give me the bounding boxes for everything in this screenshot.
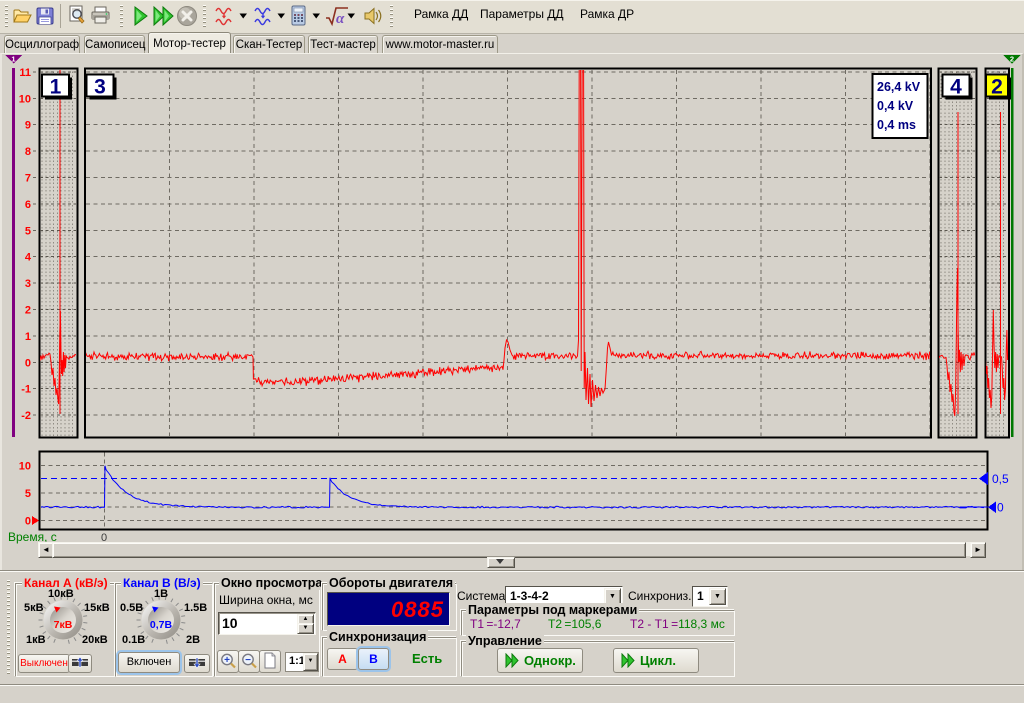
- svg-text:1: 1: [11, 55, 15, 64]
- svg-text:9: 9: [25, 120, 31, 132]
- svg-text:2: 2: [25, 305, 31, 317]
- svg-text:3: 3: [25, 278, 31, 290]
- svg-text:0,4 ms: 0,4 ms: [877, 118, 916, 132]
- svg-text:1: 1: [25, 331, 31, 343]
- svg-text:11: 11: [19, 67, 31, 79]
- svg-text:α: α: [336, 11, 345, 27]
- svg-text:2: 2: [991, 76, 1003, 99]
- svg-text:+: +: [224, 655, 230, 666]
- svg-text:4: 4: [25, 252, 32, 264]
- svg-text:2: 2: [1010, 55, 1014, 64]
- svg-text:0,5: 0,5: [992, 472, 1009, 486]
- svg-text:0,4 kV: 0,4 kV: [877, 99, 914, 113]
- svg-text:10: 10: [19, 93, 31, 105]
- svg-text:1: 1: [50, 76, 62, 99]
- svg-text:5: 5: [25, 488, 31, 500]
- svg-text:-1: -1: [21, 384, 31, 396]
- svg-text:10: 10: [19, 461, 31, 473]
- svg-text:4: 4: [950, 76, 962, 99]
- svg-text:−: −: [245, 655, 251, 666]
- svg-text:6: 6: [25, 199, 31, 211]
- svg-text:3: 3: [94, 76, 106, 99]
- svg-text:0: 0: [25, 516, 31, 528]
- svg-text:0: 0: [25, 357, 31, 369]
- svg-text:-2: -2: [21, 410, 31, 422]
- svg-text:5: 5: [25, 225, 31, 237]
- svg-text:7: 7: [25, 173, 31, 185]
- svg-text:8: 8: [25, 146, 31, 158]
- svg-text:0: 0: [997, 501, 1004, 515]
- svg-text:26,4 kV: 26,4 kV: [877, 80, 921, 94]
